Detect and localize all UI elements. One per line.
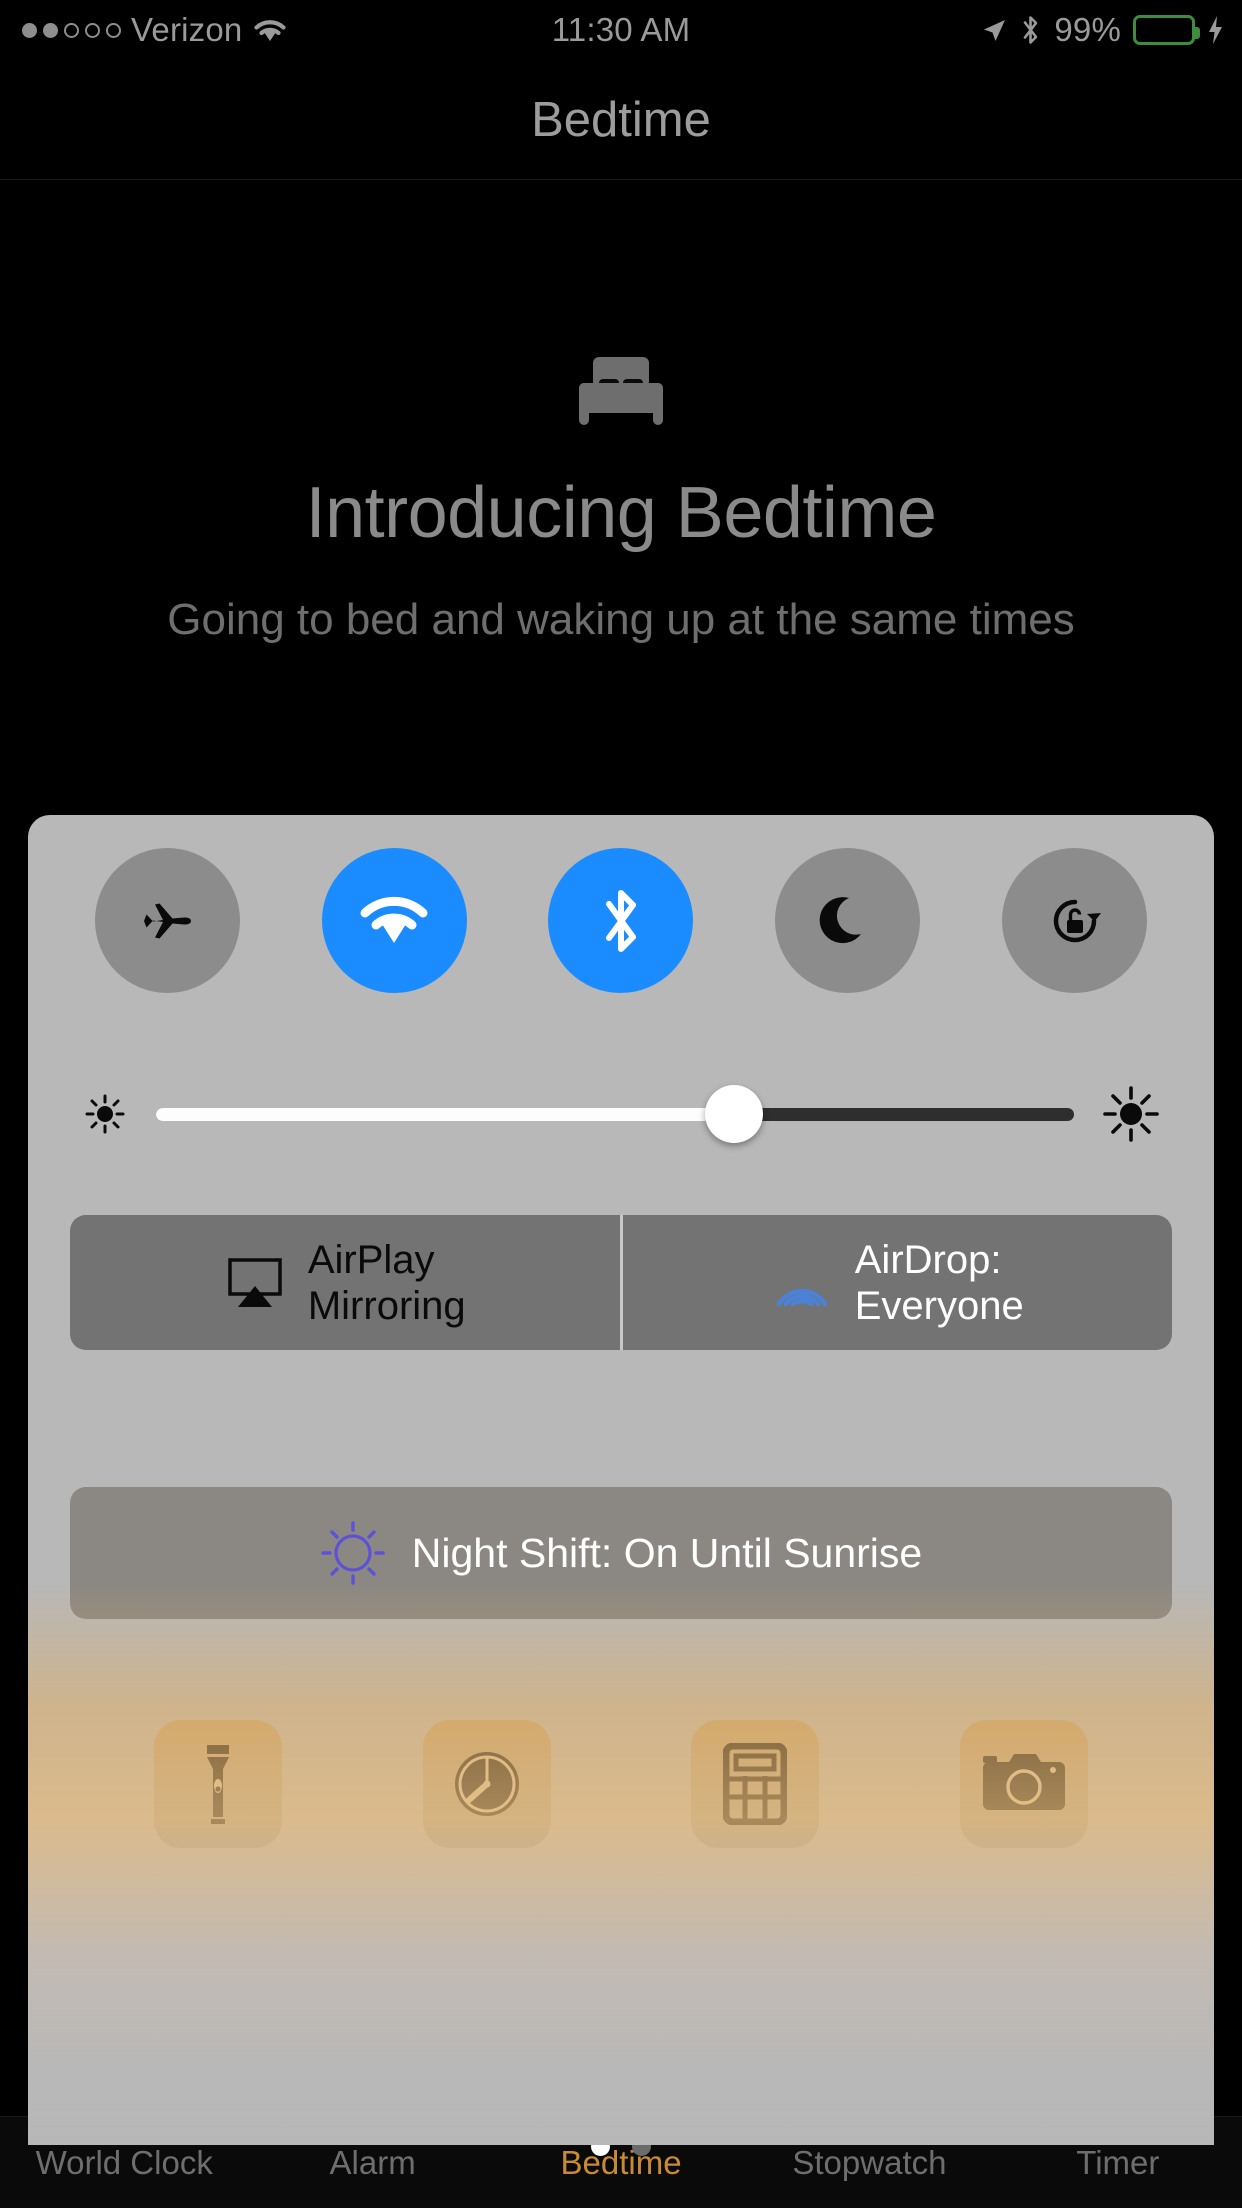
brightness-slider-fill [156, 1107, 735, 1121]
intro-subtitle: Going to bed and waking up at the same t… [167, 595, 1075, 644]
sun-small-icon [80, 1089, 130, 1139]
control-center-toggle-row [28, 848, 1214, 993]
brightness-slider[interactable] [156, 1085, 1074, 1143]
timer-button[interactable] [422, 1720, 551, 1848]
night-shift-button[interactable]: Night Shift: On Until Sunrise [70, 1487, 1172, 1619]
intro-title: Introducing Bedtime [305, 473, 937, 553]
airdrop-icon [771, 1254, 833, 1312]
airplay-icon [224, 1255, 286, 1311]
bluetooth-icon [1020, 14, 1042, 46]
control-center-panel[interactable]: AirPlay Mirroring AirDrop: Everyone Nigh… [28, 815, 1214, 2145]
media-controls-row: AirPlay Mirroring AirDrop: Everyone [70, 1215, 1172, 1350]
airplane-icon [136, 890, 198, 952]
location-arrow-icon [980, 16, 1008, 44]
iphone-screen: Verizon 11:30 AM 99% Bedtime Introducing… [0, 0, 1242, 2208]
flashlight-button[interactable] [154, 1720, 283, 1848]
wifi-toggle[interactable] [321, 848, 467, 993]
brightness-slider-row [28, 1083, 1214, 1145]
airdrop-label: AirDrop: Everyone [854, 1237, 1024, 1328]
timer-icon [447, 1744, 527, 1824]
calculator-icon [723, 1743, 788, 1825]
lightning-bolt-icon [1207, 15, 1224, 45]
camera-icon [981, 1750, 1067, 1818]
night-shift-icon [320, 1520, 386, 1586]
calculator-button[interactable] [691, 1720, 820, 1848]
navigation-bar: Bedtime [0, 60, 1242, 180]
rotation-lock-icon [1042, 888, 1108, 954]
do-not-disturb-toggle[interactable] [775, 848, 921, 993]
camera-button[interactable] [959, 1720, 1088, 1848]
control-center-warm-glow [28, 1585, 1214, 2145]
bed-icon [573, 355, 669, 427]
flashlight-icon [193, 1743, 243, 1825]
airplane-mode-toggle[interactable] [94, 848, 240, 993]
airplay-mirroring-button[interactable]: AirPlay Mirroring [70, 1215, 620, 1350]
bluetooth-icon [599, 885, 643, 957]
night-shift-label: Night Shift: On Until Sunrise [411, 1529, 923, 1576]
brightness-slider-knob[interactable] [705, 1085, 764, 1143]
sun-large-icon [1100, 1083, 1162, 1145]
airplay-label: AirPlay Mirroring [307, 1237, 466, 1328]
bluetooth-toggle[interactable] [548, 848, 694, 993]
page-title: Bedtime [531, 92, 711, 147]
rotation-lock-toggle[interactable] [1002, 848, 1148, 993]
shortcut-row [28, 1720, 1214, 1848]
airdrop-button[interactable]: AirDrop: Everyone [623, 1215, 1173, 1350]
status-bar-right: 99% [980, 11, 1224, 49]
bedtime-intro-section: Introducing Bedtime Going to bed and wak… [0, 180, 1242, 647]
battery-icon [1133, 15, 1200, 45]
wifi-icon [358, 893, 430, 949]
moon-icon [817, 890, 879, 952]
status-bar: Verizon 11:30 AM 99% [0, 0, 1242, 60]
battery-percent-label: 99% [1054, 11, 1121, 48]
